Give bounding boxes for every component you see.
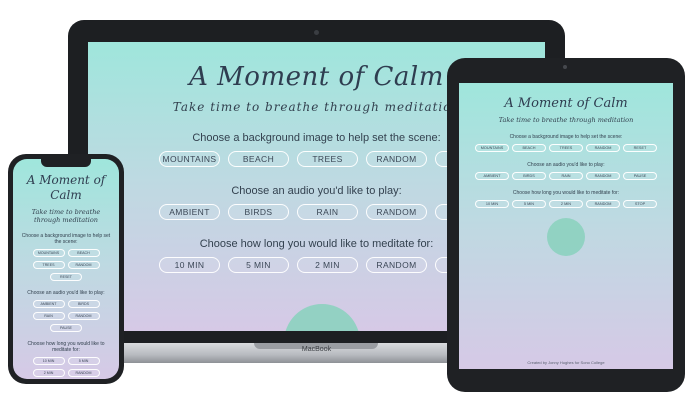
- app-subtitle: Take time to breathe through meditation: [498, 116, 634, 124]
- audio-random-button[interactable]: RANDOM: [586, 172, 620, 180]
- duration-random-button[interactable]: RANDOM: [366, 257, 427, 273]
- duration-10min-button[interactable]: 10 MIN: [32, 357, 65, 365]
- phone-device: A Moment of Calm Take time to breathe th…: [8, 154, 124, 384]
- background-reset-button[interactable]: RESET: [623, 144, 657, 152]
- app-title: A Moment of Calm: [504, 96, 628, 111]
- background-random-button[interactable]: RANDOM: [67, 261, 100, 269]
- audio-pause-button[interactable]: PAUSE: [50, 324, 82, 332]
- background-random-button[interactable]: RANDOM: [586, 144, 620, 152]
- background-beach-button[interactable]: BEACH: [512, 144, 546, 152]
- background-reset-button[interactable]: RESET: [50, 273, 82, 281]
- phone-screen: A Moment of Calm Take time to breathe th…: [13, 159, 119, 379]
- audio-random-button[interactable]: RANDOM: [67, 312, 100, 320]
- audio-rain-button[interactable]: RAIN: [297, 204, 358, 220]
- background-section-label: Choose a background image to help set th…: [509, 134, 623, 140]
- breathing-circle: [284, 304, 360, 331]
- duration-random-button[interactable]: RANDOM: [586, 200, 620, 208]
- audio-rain-button[interactable]: RAIN: [32, 312, 65, 320]
- background-mountains-button[interactable]: MOUNTAINS: [32, 249, 65, 257]
- background-buttons: MOUNTAINS BEACH TREES RANDOM RESET: [459, 144, 673, 152]
- audio-buttons: AMBIENT BIRDS RAIN RANDOM PAUSE: [13, 300, 119, 332]
- background-buttons: MOUNTAINS BEACH TREES RANDOM RESET: [13, 249, 119, 281]
- phone-notch: [41, 159, 91, 167]
- background-mountains-button[interactable]: MOUNTAINS: [475, 144, 509, 152]
- app-title: A Moment of Calm: [26, 173, 106, 202]
- breathing-circle: [547, 218, 585, 256]
- duration-5min-button[interactable]: 5 MIN: [228, 257, 289, 273]
- audio-pause-button[interactable]: PAUSE: [623, 172, 657, 180]
- audio-birds-button[interactable]: BIRDS: [228, 204, 289, 220]
- duration-stop-button[interactable]: STOP: [623, 200, 657, 208]
- duration-2min-button[interactable]: 2 MIN: [32, 369, 65, 377]
- audio-ambient-button[interactable]: AMBIENT: [32, 300, 65, 308]
- duration-buttons: 10 MIN 5 MIN 2 MIN RANDOM: [13, 357, 119, 377]
- duration-5min-button[interactable]: 5 MIN: [512, 200, 546, 208]
- audio-ambient-button[interactable]: AMBIENT: [159, 204, 220, 220]
- background-trees-button[interactable]: TREES: [32, 261, 65, 269]
- duration-5min-button[interactable]: 5 MIN: [67, 357, 100, 365]
- background-random-button[interactable]: RANDOM: [366, 151, 427, 167]
- duration-section-label: Choose how long you would like to medita…: [27, 341, 105, 353]
- audio-random-button[interactable]: RANDOM: [366, 204, 427, 220]
- background-section-label: Choose a background image to help set th…: [21, 233, 111, 245]
- audio-buttons: AMBIENT BIRDS RAIN RANDOM PAUSE: [459, 172, 673, 180]
- duration-10min-button[interactable]: 10 MIN: [475, 200, 509, 208]
- tablet-camera: [563, 65, 567, 69]
- audio-section-label: Choose an audio you'd like to play:: [527, 162, 605, 168]
- duration-2min-button[interactable]: 2 MIN: [297, 257, 358, 273]
- background-beach-button[interactable]: BEACH: [228, 151, 289, 167]
- tablet-screen: A Moment of Calm Take time to breathe th…: [459, 83, 673, 369]
- footer-credit: Created by Jonny Hughes for Sono College: [527, 360, 605, 365]
- app-subtitle: Take time to breathe through meditation: [31, 208, 101, 224]
- duration-section-label: Choose how long you would like to medita…: [512, 190, 620, 196]
- tablet-device: A Moment of Calm Take time to breathe th…: [447, 58, 685, 392]
- duration-2min-button[interactable]: 2 MIN: [549, 200, 583, 208]
- background-mountains-button[interactable]: MOUNTAINS: [159, 151, 220, 167]
- laptop-camera: [314, 30, 319, 35]
- duration-buttons: 10 MIN 5 MIN 2 MIN RANDOM STOP: [459, 200, 673, 208]
- background-trees-button[interactable]: TREES: [549, 144, 583, 152]
- audio-birds-button[interactable]: BIRDS: [67, 300, 100, 308]
- background-beach-button[interactable]: BEACH: [67, 249, 100, 257]
- duration-random-button[interactable]: RANDOM: [67, 369, 100, 377]
- audio-section-label: Choose an audio you'd like to play:: [27, 290, 105, 296]
- audio-rain-button[interactable]: RAIN: [549, 172, 583, 180]
- audio-birds-button[interactable]: BIRDS: [512, 172, 546, 180]
- duration-10min-button[interactable]: 10 MIN: [159, 257, 220, 273]
- audio-ambient-button[interactable]: AMBIENT: [475, 172, 509, 180]
- background-trees-button[interactable]: TREES: [297, 151, 358, 167]
